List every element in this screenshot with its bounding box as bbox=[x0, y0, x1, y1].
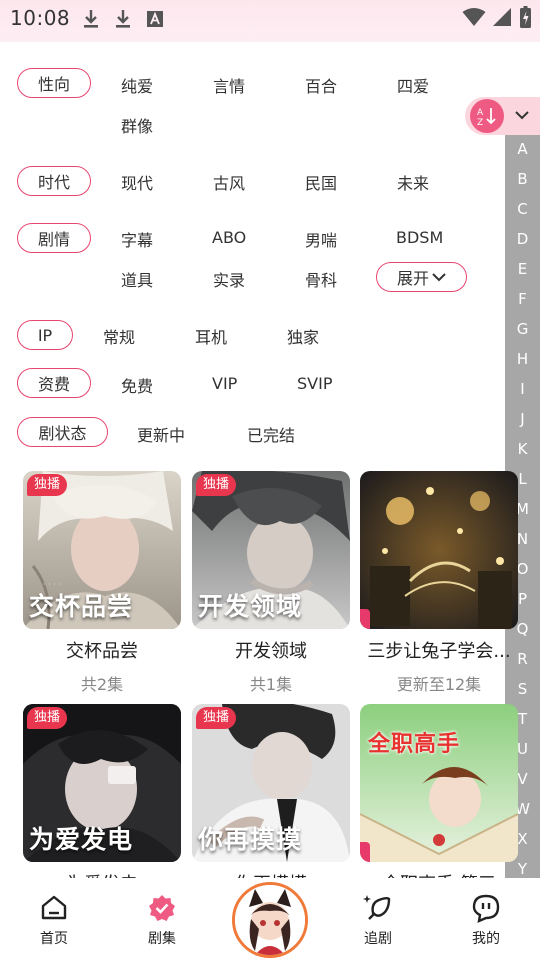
download-icon bbox=[84, 10, 98, 28]
font-icon bbox=[147, 11, 163, 27]
card-episodes: 共1集 bbox=[249, 675, 293, 694]
alphabet-letter[interactable]: G bbox=[505, 320, 540, 338]
filter-option[interactable]: 群像 bbox=[121, 113, 153, 137]
bottom-navigation: 首页 剧集 追剧 我的 bbox=[0, 878, 540, 960]
exclusive-badge: 独播 bbox=[196, 707, 237, 729]
svg-text:Z: Z bbox=[477, 118, 483, 127]
card-title: 交杯品尝 bbox=[66, 641, 138, 662]
alphabet-letter[interactable]: B bbox=[505, 170, 540, 188]
filter-option[interactable]: ABO bbox=[212, 228, 246, 247]
nav-label: 追剧 bbox=[364, 931, 392, 947]
card-title: 三步让兔子学会... bbox=[367, 641, 511, 662]
cover-image: 全职高手 bbox=[360, 704, 518, 862]
alphabet-letter[interactable]: D bbox=[505, 230, 540, 248]
cover-image bbox=[360, 471, 518, 629]
expand-label: 展开 bbox=[396, 269, 429, 288]
nav-home[interactable]: 首页 bbox=[14, 878, 94, 960]
series-icon bbox=[149, 895, 175, 921]
alphabet-letter[interactable]: A bbox=[505, 140, 540, 158]
alphabet-letter[interactable]: H bbox=[505, 350, 540, 368]
filter-option[interactable]: SVIP bbox=[297, 374, 332, 393]
filter-option[interactable]: 纯爱 bbox=[121, 73, 153, 97]
cover-title-text: 你再摸摸 bbox=[198, 825, 303, 854]
filter-option[interactable]: 民国 bbox=[305, 170, 337, 194]
filter-label-fee[interactable]: 资费 bbox=[17, 368, 91, 398]
filter-option[interactable]: 更新中 bbox=[137, 422, 185, 446]
filter-option[interactable]: VIP bbox=[212, 374, 237, 393]
filter-label-orientation[interactable]: 性向 bbox=[17, 68, 91, 98]
chevron-down-icon bbox=[432, 273, 446, 282]
filter-option[interactable]: 已完结 bbox=[247, 422, 295, 446]
filter-option[interactable]: 骨科 bbox=[305, 267, 337, 291]
card-episodes: 共2集 bbox=[80, 675, 124, 694]
cover-title-text: 全职高手 bbox=[368, 732, 461, 757]
cover-title-text: 开发领域 bbox=[198, 592, 303, 621]
status-time: 10:08 bbox=[10, 6, 71, 30]
exclusive-badge: 独播 bbox=[27, 474, 68, 496]
card-episodes: 更新至12集 bbox=[396, 675, 482, 694]
expand-button[interactable]: 展开 bbox=[376, 262, 467, 292]
filter-option[interactable]: 四爱 bbox=[397, 73, 429, 97]
nav-label: 剧集 bbox=[148, 931, 176, 947]
filter-option[interactable]: 未来 bbox=[397, 170, 429, 194]
download-icon bbox=[116, 10, 130, 28]
chevron-down-icon bbox=[515, 111, 529, 120]
cover-title-text: 为爱发电 bbox=[29, 825, 134, 854]
filter-option[interactable]: 男喘 bbox=[305, 227, 337, 251]
home-icon bbox=[41, 895, 67, 920]
center-avatar-button[interactable] bbox=[232, 882, 308, 958]
cover-image: 开发领域 独播 bbox=[192, 471, 350, 629]
exclusive-badge: 独播 bbox=[196, 474, 237, 496]
filter-option[interactable]: 现代 bbox=[121, 170, 153, 194]
sort-toggle[interactable]: A Z bbox=[465, 97, 540, 135]
sort-az-icon: A Z bbox=[470, 99, 504, 133]
cover-title-text: 交杯品尝 bbox=[29, 592, 134, 621]
filter-option[interactable]: 耳机 bbox=[195, 324, 227, 348]
alphabet-letter[interactable]: E bbox=[505, 260, 540, 278]
battery-icon bbox=[520, 6, 531, 28]
pay-badge bbox=[360, 609, 370, 629]
nav-label: 首页 bbox=[40, 931, 68, 947]
filter-option[interactable]: BDSM bbox=[396, 228, 443, 247]
filter-option[interactable]: 字幕 bbox=[121, 227, 153, 251]
filter-option[interactable]: 独家 bbox=[287, 324, 319, 348]
alphabet-letter[interactable]: K bbox=[505, 440, 540, 458]
nav-mine[interactable]: 我的 bbox=[446, 878, 526, 960]
filter-label-era[interactable]: 时代 bbox=[17, 166, 91, 196]
cover-image: · · · · 交杯品尝 独播 bbox=[23, 471, 181, 629]
cover-image: 你再摸摸 独播 bbox=[192, 704, 350, 862]
svg-text:A: A bbox=[477, 108, 484, 118]
profile-icon bbox=[472, 894, 500, 923]
filter-option[interactable]: 古风 bbox=[213, 170, 245, 194]
cover-image: 为爱发电 独播 bbox=[23, 704, 181, 862]
card-title: 开发领域 bbox=[235, 641, 307, 662]
nav-series[interactable]: 剧集 bbox=[122, 878, 202, 960]
filter-option[interactable]: 百合 bbox=[305, 73, 337, 97]
filter-label-ip[interactable]: IP bbox=[17, 320, 73, 350]
nav-follow[interactable]: 追剧 bbox=[338, 878, 418, 960]
filter-label-status[interactable]: 剧状态 bbox=[17, 417, 108, 447]
avatar-icon bbox=[235, 885, 305, 955]
alphabet-letter[interactable]: C bbox=[505, 200, 540, 218]
alphabet-letter[interactable]: F bbox=[505, 290, 540, 308]
exclusive-badge: 独播 bbox=[27, 707, 68, 729]
nav-label: 我的 bbox=[472, 931, 500, 947]
signal-icon bbox=[493, 8, 511, 26]
follow-icon bbox=[363, 895, 391, 920]
filter-option[interactable]: 言情 bbox=[213, 73, 245, 97]
filter-label-plot[interactable]: 剧情 bbox=[17, 223, 91, 253]
pay-badge bbox=[360, 842, 370, 862]
alphabet-letter[interactable]: I bbox=[505, 380, 540, 398]
wifi-icon bbox=[462, 8, 486, 26]
filter-option[interactable]: 免费 bbox=[121, 373, 153, 397]
filter-option[interactable]: 常规 bbox=[103, 324, 135, 348]
filter-option[interactable]: 实录 bbox=[213, 267, 245, 291]
alphabet-letter[interactable]: J bbox=[505, 410, 540, 428]
filter-option[interactable]: 道具 bbox=[121, 267, 153, 291]
status-bar: 10:08 bbox=[0, 0, 540, 42]
